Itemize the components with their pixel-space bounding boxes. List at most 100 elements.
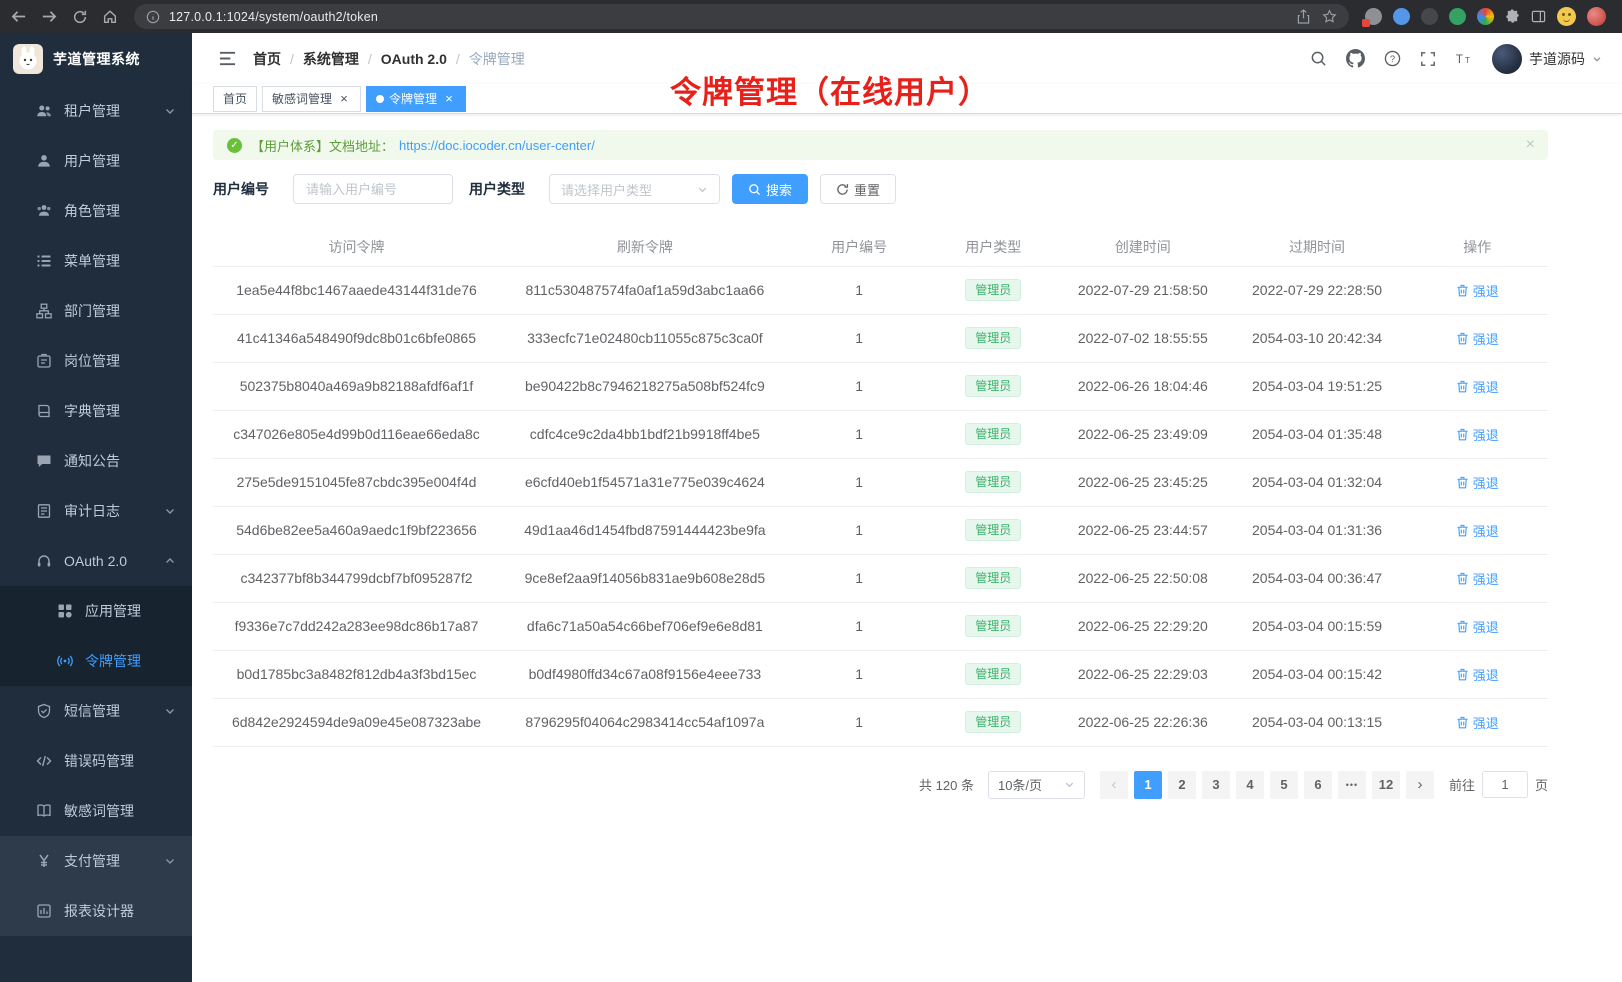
page-number-button[interactable]: 1 bbox=[1134, 771, 1162, 799]
page-number-button[interactable]: 12 bbox=[1372, 771, 1400, 799]
user-menu[interactable]: 芋道源码 bbox=[1492, 44, 1602, 74]
expire-time-cell: 2022-07-29 22:28:50 bbox=[1228, 266, 1407, 314]
bookmark-star-icon[interactable] bbox=[1322, 9, 1337, 24]
page-number-button[interactable]: 5 bbox=[1270, 771, 1298, 799]
user-type-select[interactable]: 请选择用户类型 bbox=[549, 174, 720, 204]
sidebar-menu-item[interactable]: 通知公告 bbox=[0, 436, 192, 486]
search-icon[interactable] bbox=[1310, 50, 1327, 67]
extension-badged-icon[interactable] bbox=[1365, 8, 1382, 25]
expire-time-cell: 2054-03-04 00:15:59 bbox=[1228, 602, 1407, 650]
page-number-button[interactable]: 4 bbox=[1236, 771, 1264, 799]
font-size-icon[interactable]: TT bbox=[1455, 51, 1473, 66]
sidebar-menu-item[interactable]: 审计日志 bbox=[0, 486, 192, 536]
force-logout-button[interactable]: 强退 bbox=[1456, 473, 1499, 492]
sidebar-menu-item[interactable]: 报表设计器 bbox=[0, 886, 192, 936]
force-logout-button[interactable]: 强退 bbox=[1456, 377, 1499, 396]
sidebar-menu-item[interactable]: 应用管理 bbox=[0, 586, 192, 636]
force-logout-button[interactable]: 强退 bbox=[1456, 617, 1499, 636]
access-token-cell: c342377bf8b344799dcbf7bf095287f2 bbox=[213, 554, 500, 602]
force-logout-button[interactable]: 强退 bbox=[1456, 665, 1499, 684]
prev-page-button[interactable]: ‹ bbox=[1100, 771, 1128, 799]
create-time-cell: 2022-07-02 18:55:55 bbox=[1058, 314, 1228, 362]
user-id-cell: 1 bbox=[790, 362, 929, 410]
github-icon[interactable] bbox=[1346, 49, 1365, 68]
reload-button[interactable] bbox=[72, 9, 88, 25]
app-logo[interactable]: 芋道管理系统 bbox=[0, 33, 192, 84]
side-panel-icon[interactable] bbox=[1531, 9, 1546, 24]
reset-button[interactable]: 重置 bbox=[820, 174, 896, 204]
next-page-button[interactable]: › bbox=[1406, 771, 1434, 799]
view-tab[interactable]: 令牌管理 × bbox=[366, 86, 466, 112]
sidebar-menu-item[interactable]: 角色管理 bbox=[0, 186, 192, 236]
page-number-button[interactable]: 3 bbox=[1202, 771, 1230, 799]
browser-profile-avatar[interactable] bbox=[1587, 7, 1606, 26]
sidebar-menu-item[interactable]: 部门管理 bbox=[0, 286, 192, 336]
svg-text:T: T bbox=[1465, 56, 1470, 65]
breadcrumb-item[interactable]: 系统管理 bbox=[303, 49, 359, 69]
extension-blue-icon[interactable] bbox=[1393, 8, 1410, 25]
fullscreen-icon[interactable] bbox=[1420, 51, 1436, 67]
menu-item-label: 通知公告 bbox=[64, 451, 164, 471]
doc-link[interactable]: https://doc.iocoder.cn/user-center/ bbox=[399, 138, 595, 153]
breadcrumb-item[interactable]: 令牌管理 bbox=[469, 49, 525, 69]
username: 芋道源码 bbox=[1529, 49, 1585, 69]
menu-item-icon bbox=[36, 803, 52, 819]
home-button[interactable] bbox=[102, 9, 118, 25]
sidebar-menu-item[interactable]: 字典管理 bbox=[0, 386, 192, 436]
forward-button[interactable] bbox=[41, 8, 58, 25]
sidebar-menu-item[interactable]: 岗位管理 bbox=[0, 336, 192, 386]
emoji-avatar-icon[interactable] bbox=[1557, 7, 1576, 26]
force-logout-button[interactable]: 强退 bbox=[1456, 425, 1499, 444]
extensions-puzzle-icon[interactable] bbox=[1505, 9, 1520, 24]
url-text[interactable]: 127.0.0.1:1024/system/oauth2/token bbox=[169, 10, 1297, 24]
view-tab[interactable]: 首页 × bbox=[213, 86, 257, 112]
force-logout-button[interactable]: 强退 bbox=[1456, 281, 1499, 300]
sidebar-menu-item[interactable]: 错误码管理 bbox=[0, 736, 192, 786]
force-logout-button[interactable]: 强退 bbox=[1456, 713, 1499, 732]
sidebar-menu-item[interactable]: 租户管理 bbox=[0, 86, 192, 136]
page-number-button[interactable]: 6 bbox=[1304, 771, 1332, 799]
share-icon[interactable] bbox=[1297, 9, 1310, 24]
user-id-input[interactable] bbox=[293, 174, 453, 204]
alert-close-icon[interactable]: × bbox=[1526, 137, 1535, 153]
site-info-icon[interactable] bbox=[146, 10, 160, 24]
create-time-cell: 2022-06-25 22:50:08 bbox=[1058, 554, 1228, 602]
force-logout-button[interactable]: 强退 bbox=[1456, 569, 1499, 588]
token-table: 访问令牌 刷新令牌 用户编号 用户类型 创建时间 过期时间 操作 1ea5e44… bbox=[213, 228, 1548, 747]
page-number-button[interactable]: ••• bbox=[1338, 771, 1366, 799]
breadcrumb-item[interactable]: OAuth 2.0 bbox=[381, 51, 447, 67]
sidebar-menu-item[interactable]: 令牌管理 bbox=[0, 636, 192, 686]
sidebar-menu-item[interactable]: 支付管理 bbox=[0, 836, 192, 886]
extension-green-icon[interactable] bbox=[1449, 8, 1466, 25]
sidebar: 芋道管理系统 租户管理 用户管理 角色管理 菜单管理 部门管理 岗位管理 字典管… bbox=[0, 33, 192, 982]
goto-page-input[interactable] bbox=[1482, 771, 1528, 798]
address-bar[interactable]: 127.0.0.1:1024/system/oauth2/token bbox=[134, 4, 1349, 29]
force-logout-button[interactable]: 强退 bbox=[1456, 329, 1499, 348]
extension-colorwheel-icon[interactable] bbox=[1477, 8, 1494, 25]
search-button[interactable]: 搜索 bbox=[732, 174, 808, 204]
user-type-badge: 管理员 bbox=[965, 567, 1021, 589]
help-icon[interactable]: ? bbox=[1384, 50, 1401, 67]
sidebar-menu-item[interactable]: 用户管理 bbox=[0, 136, 192, 186]
sidebar-menu-item[interactable]: 短信管理 bbox=[0, 686, 192, 736]
top-navbar: 首页 / 系统管理 / OAuth 2.0 / 令牌管理 / ? TT 芋道源码 bbox=[192, 33, 1622, 84]
delete-icon bbox=[1456, 428, 1469, 441]
action-cell: 强退 bbox=[1406, 362, 1548, 410]
page-content: ✓ 【用户体系】文档地址： https://doc.iocoder.cn/use… bbox=[192, 114, 1622, 799]
access-token-cell: 54d6be82ee5a460a9aedc1f9bf223656 bbox=[213, 506, 500, 554]
page-size-select[interactable]: 10条/页 bbox=[988, 771, 1085, 799]
tab-close-icon[interactable]: × bbox=[442, 92, 456, 106]
pagination-total: 共 120 条 bbox=[919, 775, 974, 794]
sidebar-collapse-button[interactable] bbox=[218, 50, 237, 67]
view-tab[interactable]: 敏感词管理 × bbox=[262, 86, 361, 112]
sidebar-menu-item[interactable]: 敏感词管理 bbox=[0, 786, 192, 836]
back-button[interactable] bbox=[10, 8, 27, 25]
force-logout-button[interactable]: 强退 bbox=[1456, 521, 1499, 540]
page-number-button[interactable]: 2 bbox=[1168, 771, 1196, 799]
extension-dark-icon[interactable] bbox=[1421, 8, 1438, 25]
sidebar-menu-item[interactable]: OAuth 2.0 bbox=[0, 536, 192, 586]
tab-close-icon[interactable]: × bbox=[337, 92, 351, 106]
breadcrumb-item[interactable]: 首页 bbox=[253, 49, 281, 69]
menu-item-icon bbox=[36, 903, 52, 919]
sidebar-menu-item[interactable]: 菜单管理 bbox=[0, 236, 192, 286]
